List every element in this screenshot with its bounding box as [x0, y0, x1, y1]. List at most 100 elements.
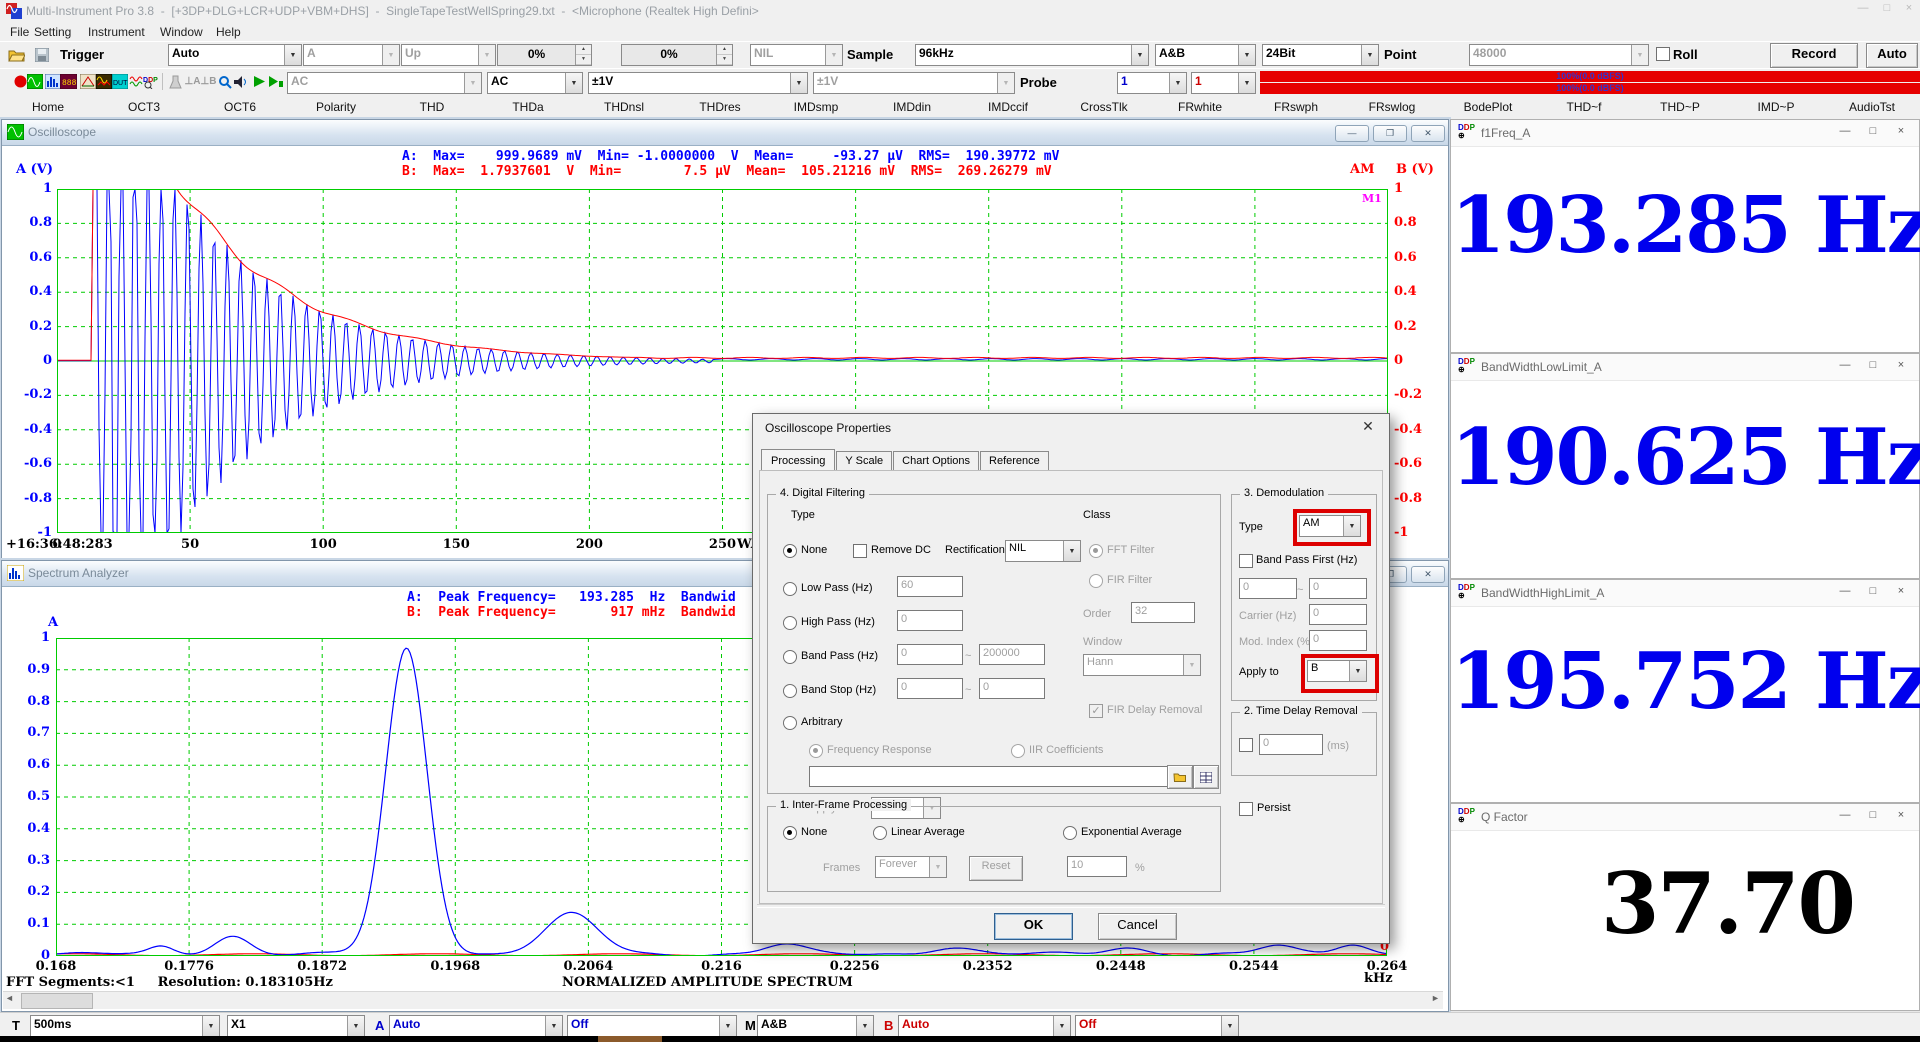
probe-b-combo[interactable]: 1▼ [1191, 72, 1256, 94]
low-pass-field[interactable]: 60 [897, 576, 963, 597]
bit-depth-combo[interactable]: 24Bit▼ [1262, 44, 1379, 66]
close-icon[interactable]: × [1893, 809, 1909, 821]
range-b-combo[interactable]: ±1V▼ [813, 72, 1015, 94]
demod-bp-from-field[interactable]: 0 [1239, 578, 1297, 599]
tab-thdnsl[interactable]: THDnsl [576, 96, 672, 119]
sound-device-icon[interactable] [232, 73, 249, 90]
probe-a-combo[interactable]: 1▼ [1117, 72, 1187, 94]
maximize-icon[interactable]: □ [1865, 359, 1881, 371]
channel-a-trigger-combo[interactable]: Auto▼ [389, 1015, 563, 1037]
persist-checkbox[interactable] [1239, 802, 1253, 816]
run-icon[interactable] [251, 73, 268, 90]
multimeter-icon[interactable]: 888 [60, 73, 77, 90]
chevron-down-icon[interactable]: ▼ [997, 73, 1014, 93]
minimize-icon[interactable]: — [1837, 359, 1853, 371]
dut-icon[interactable]: DUT [111, 73, 128, 90]
frequency-response-radio[interactable] [809, 744, 823, 758]
chevron-down-icon[interactable]: ▼ [1131, 45, 1148, 65]
minimize-icon[interactable]: — [1335, 125, 1369, 142]
tab-frwhite[interactable]: FRwhite [1152, 96, 1248, 119]
spin-up-icon[interactable]: ▲ [717, 45, 732, 55]
sampling-rate-combo[interactable]: 96kHz▼ [915, 44, 1149, 66]
sweep-time-combo[interactable]: 500ms▼ [30, 1015, 220, 1037]
tab-thd[interactable]: THD [384, 96, 480, 119]
auto-button[interactable]: Auto [1866, 43, 1918, 68]
ddp-viewer-icon[interactable]: DDP [143, 73, 160, 90]
spin-up-icon[interactable]: ▲ [576, 45, 591, 55]
menu-window[interactable]: Window [156, 24, 207, 40]
save-icon[interactable] [33, 46, 50, 63]
meter-titlebar[interactable]: DDP⊕ BandWidthHighLimit_A — □ × [1451, 580, 1919, 607]
exponential-average-radio[interactable] [1063, 826, 1077, 840]
fir-filter-radio[interactable] [1089, 574, 1103, 588]
time-delay-field[interactable]: 0 [1259, 734, 1323, 755]
tab-audiotst[interactable]: AudioTst [1824, 96, 1920, 119]
chevron-down-icon[interactable]: ▼ [1063, 541, 1080, 561]
open-file-icon[interactable] [8, 46, 25, 63]
spin-down-icon[interactable]: ▼ [717, 55, 732, 65]
record-button[interactable]: Record [1770, 43, 1858, 68]
sampling-channels-combo[interactable]: A&B▼ [1155, 44, 1256, 66]
zero-channel-a-icon[interactable]: ⊥A [184, 73, 201, 90]
calibration-icon[interactable] [167, 73, 184, 90]
zoom-combo[interactable]: X1▼ [227, 1015, 365, 1037]
oscilloscope-icon[interactable] [26, 73, 43, 90]
carrier-field[interactable]: 0 [1309, 604, 1367, 625]
fir-delay-removal-checkbox[interactable]: ✓ [1089, 704, 1103, 718]
maximize-icon[interactable]: □ [1865, 585, 1881, 597]
channels-combo[interactable]: A&B▼ [757, 1015, 874, 1037]
minimize-icon[interactable]: — [1837, 809, 1853, 821]
chevron-down-icon[interactable]: ▼ [565, 73, 582, 93]
demod-bp-to-field[interactable]: 0 [1309, 578, 1367, 599]
tab-thdres[interactable]: THDres [672, 96, 768, 119]
maximize-icon[interactable]: □ [1865, 125, 1881, 137]
chevron-down-icon[interactable]: ▼ [929, 857, 946, 877]
tab-y-scale[interactable]: Y Scale [836, 451, 892, 471]
tab-imdccif[interactable]: IMDccif [960, 96, 1056, 119]
browse-file-button[interactable] [1167, 765, 1193, 789]
meter-titlebar[interactable]: DDP⊕ BandWidthLowLimit_A — □ × [1451, 354, 1919, 381]
scroll-right-icon[interactable]: ► [1431, 993, 1440, 1003]
restore-icon[interactable]: ❐ [1373, 125, 1407, 142]
linear-average-radio[interactable] [873, 826, 887, 840]
chevron-down-icon[interactable]: ▼ [1238, 45, 1255, 65]
meter-titlebar[interactable]: DDP⊕ Q Factor — □ × [1451, 804, 1919, 831]
chevron-down-icon[interactable]: ▼ [1169, 73, 1186, 93]
remove-dc-checkbox[interactable] [853, 544, 867, 558]
df-none-radio[interactable] [783, 544, 797, 558]
chevron-down-icon[interactable]: ▼ [1183, 655, 1200, 675]
close-icon[interactable]: × [1893, 585, 1909, 597]
signal-generator-icon[interactable] [95, 73, 112, 90]
close-icon[interactable]: × [1900, 2, 1918, 14]
zero-channel-b-icon[interactable]: ⊥B [200, 73, 217, 90]
chevron-down-icon[interactable]: ▼ [1238, 73, 1255, 93]
channel-a-filter-combo[interactable]: Off▼ [567, 1015, 737, 1037]
order-field[interactable]: 32 [1131, 602, 1195, 623]
chevron-down-icon[interactable]: ▼ [478, 45, 495, 65]
tab-reference[interactable]: Reference [980, 451, 1049, 471]
close-icon[interactable]: ✕ [1411, 125, 1445, 142]
coupling-b-combo[interactable]: AC▼ [487, 72, 583, 94]
chevron-down-icon[interactable]: ▼ [1631, 45, 1648, 65]
tab-imd~p[interactable]: IMD~P [1728, 96, 1824, 119]
trigger-level-spinner[interactable]: 0% ▲▼ [497, 44, 592, 66]
tab-frswlog[interactable]: FRswlog [1344, 96, 1440, 119]
probe-calibration-icon[interactable] [216, 73, 233, 90]
spectrum-3d-icon[interactable] [79, 73, 96, 90]
chevron-down-icon[interactable]: ▼ [825, 45, 842, 65]
close-icon[interactable]: × [1893, 125, 1909, 137]
tab-frswph[interactable]: FRswph [1248, 96, 1344, 119]
band-pass-first-checkbox[interactable] [1239, 554, 1253, 568]
minimize-icon[interactable]: — [1854, 2, 1872, 14]
chevron-down-icon[interactable]: ▼ [719, 1016, 736, 1036]
maximize-icon[interactable]: □ [1878, 2, 1896, 14]
tab-home[interactable]: Home [0, 96, 96, 119]
band-stop-to-field[interactable]: 0 [979, 678, 1045, 699]
high-pass-field[interactable]: 0 [897, 610, 963, 631]
channel-b-trigger-combo[interactable]: Auto▼ [898, 1015, 1071, 1037]
band-pass-from-field[interactable]: 0 [897, 644, 963, 665]
spectrum-h-scrollbar[interactable]: ◄ ► [3, 991, 1443, 1009]
chevron-down-icon[interactable]: ▼ [545, 1016, 562, 1036]
exp-average-percent-field[interactable]: 10 [1067, 856, 1127, 877]
minimize-icon[interactable]: — [1837, 585, 1853, 597]
